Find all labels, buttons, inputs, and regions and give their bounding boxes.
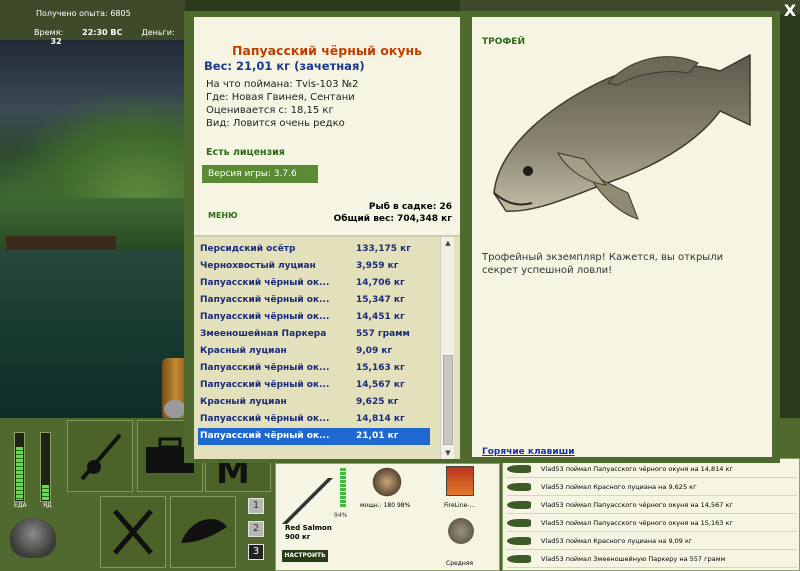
reel-slot-icon[interactable] xyxy=(370,466,404,498)
village-huts xyxy=(6,236,116,250)
scroll-down-icon[interactable]: ▼ xyxy=(441,447,455,459)
close-button[interactable]: X xyxy=(780,2,800,20)
experience-value: 6805 xyxy=(110,9,131,18)
list-item[interactable]: Красный луциан 9,09 кг xyxy=(198,343,430,360)
catch-info-panel: Папуасский чёрный окунь Вес: 21,01 кг (з… xyxy=(184,11,466,463)
target-fish-name: Red Salmon xyxy=(285,524,332,532)
fork-knife-icon xyxy=(113,509,153,555)
fishing-line-icon[interactable] xyxy=(446,466,474,496)
keepnet-total: Общий вес: 704,348 кг xyxy=(333,214,452,224)
catch-location: Где: Новая Гвинея, Сентани xyxy=(206,92,355,103)
list-item[interactable]: Папуасский чёрный ок... 14,706 кг xyxy=(198,275,430,292)
chat-message: Vlad53 поймал Змееношейную Паркеру на 55… xyxy=(507,551,797,568)
rarity: Вид: Ловится очень редко xyxy=(206,118,345,129)
catch-info-body: Папуасский чёрный окунь Вес: 21,01 кг (з… xyxy=(194,17,460,459)
experience-row: Получено опыта: 6805 xyxy=(36,9,131,18)
version-label: Версия игры: xyxy=(208,169,271,179)
catch-list-scrollbar[interactable]: ▲ ▼ xyxy=(440,237,454,459)
list-item[interactable]: Папуасский чёрный ок... 15,163 кг xyxy=(198,360,430,377)
chat-log: Vlad53 поймал Папуасского чёрного окуня … xyxy=(502,458,800,571)
cauldron-icon[interactable] xyxy=(10,518,56,558)
setup-button[interactable]: НАСТРОИТЬ xyxy=(282,550,328,562)
fish-guide-button[interactable] xyxy=(170,496,236,568)
money-value: 32 xyxy=(50,37,62,46)
fish-icon xyxy=(507,501,531,509)
status-bar: Получено опыта: 6805 Время: 22:30 ВС Ден… xyxy=(0,0,185,46)
target-fish-weight: 900 кг xyxy=(285,533,311,541)
chat-message: Vlad53 поймал Красного луциана на 9,625 … xyxy=(507,479,797,496)
fish-trophy-image xyxy=(493,53,751,220)
experience-label: Получено опыта: xyxy=(36,9,108,18)
fish-icon xyxy=(507,555,531,563)
list-item[interactable]: Змееношейная Паркера 557 грамм xyxy=(198,326,430,343)
rods-button[interactable] xyxy=(67,420,133,492)
page-2-button[interactable]: 2 xyxy=(248,521,264,537)
trophy-body: ТРОФЕЙ Трофейный экземпляр! Кажется, вы … xyxy=(472,17,772,457)
food-gauge xyxy=(14,432,25,502)
poison-label: ЯД xyxy=(43,502,52,509)
chat-message: Vlad53 поймал Красного луциана на 9,09 к… xyxy=(507,533,797,550)
chat-message: Vlad53 поймал Папуасского чёрного окуня … xyxy=(507,515,797,532)
fish-icon xyxy=(507,465,531,473)
poison-gauge xyxy=(40,432,51,502)
mountain xyxy=(0,88,200,198)
food-button[interactable] xyxy=(100,496,166,568)
bait-icon[interactable] xyxy=(446,516,476,546)
line-label: FireLine-... xyxy=(444,502,476,509)
food-label: ЕДА xyxy=(14,502,27,509)
food-level-fill xyxy=(16,446,23,500)
keepnet-count: Рыб в садке: 26 xyxy=(368,202,452,212)
target-fish: Red Salmon 900 кг xyxy=(285,524,332,542)
menu-button[interactable]: МЕНЮ xyxy=(208,211,238,220)
tackle-panel: 94% Red Salmon 900 кг НАСТРОИТЬ мощн.: 1… xyxy=(275,463,500,571)
money-label: Деньги: xyxy=(141,28,175,37)
fish-icon xyxy=(507,537,531,545)
list-item[interactable]: Папуасский чёрный ок... 14,814 кг xyxy=(198,411,430,428)
rod-percent: 94% xyxy=(334,512,348,519)
rod-icon[interactable] xyxy=(281,478,336,524)
list-item[interactable]: Папуасский чёрный ок... 14,451 кг xyxy=(198,309,430,326)
page-1-button[interactable]: 1 xyxy=(248,498,264,514)
list-item[interactable]: Папуасский чёрный ок... 15,347 кг xyxy=(198,292,430,309)
list-item[interactable]: Персидский осётр 133,175 кг xyxy=(198,241,430,258)
poison-level-fill xyxy=(42,485,49,500)
trophy-description: Трофейный экземпляр! Кажется, вы открыли… xyxy=(482,252,724,276)
hotkeys-link[interactable]: Горячие клавиши xyxy=(482,447,575,457)
caught-on: На что поймана: Tvis-103 №2 xyxy=(206,79,359,90)
page-3-button[interactable]: 3 xyxy=(248,544,264,560)
license-status: Есть лицензия xyxy=(206,147,285,158)
reel-label: мощн.: 180 98% xyxy=(360,502,411,509)
rod-reel-icon xyxy=(80,433,122,481)
list-item[interactable]: Папуасский чёрный ок... 14,567 кг xyxy=(198,377,430,394)
chat-message: Vlad53 поймал Папуасского чёрного окуня … xyxy=(507,497,797,514)
bait-label: Средняя xyxy=(446,560,473,567)
fish-icon xyxy=(507,519,531,527)
fish-icon xyxy=(507,483,531,491)
trophy-panel: ТРОФЕЙ Трофейный экземпляр! Кажется, вы … xyxy=(466,11,780,463)
catch-list[interactable]: Персидский осётр 133,175 кг Чернохвостый … xyxy=(194,235,460,459)
list-item-selected[interactable]: Папуасский чёрный ок... 21,01 кг xyxy=(198,428,430,445)
game-window: Получено опыта: 6805 Время: 22:30 ВС Ден… xyxy=(0,0,800,571)
lake-scenery xyxy=(0,40,200,420)
version-value: 3.7.6 xyxy=(273,169,297,179)
fish-name-title: Папуасский чёрный окунь xyxy=(231,43,423,58)
scroll-thumb[interactable] xyxy=(443,355,453,445)
rated-from: Оценивается с: 18,15 кг xyxy=(206,105,334,116)
list-item[interactable]: Чернохвостый луциан 3,959 кг xyxy=(198,258,430,275)
time-label: Время: xyxy=(34,28,64,37)
list-item[interactable]: Красный луциан 9,625 кг xyxy=(198,394,430,411)
fish-jump-icon xyxy=(181,519,227,543)
version-badge: Версия игры: 3.7.6 xyxy=(202,165,318,183)
reel-icon[interactable] xyxy=(164,400,186,418)
chat-message: Vlad53 поймал Папуасского чёрного окуня … xyxy=(507,461,797,478)
time-value: 22:30 ВС xyxy=(82,28,123,37)
fish-weight: Вес: 21,01 кг (зачетная) xyxy=(204,59,365,73)
rod-durability-bar xyxy=(340,468,346,508)
keepnet-summary: Рыб в садке: 26 Общий вес: 704,348 кг xyxy=(334,201,452,225)
time-money-row: Время: 22:30 ВС Деньги: 32 xyxy=(34,28,185,46)
scroll-up-icon[interactable]: ▲ xyxy=(441,237,455,249)
